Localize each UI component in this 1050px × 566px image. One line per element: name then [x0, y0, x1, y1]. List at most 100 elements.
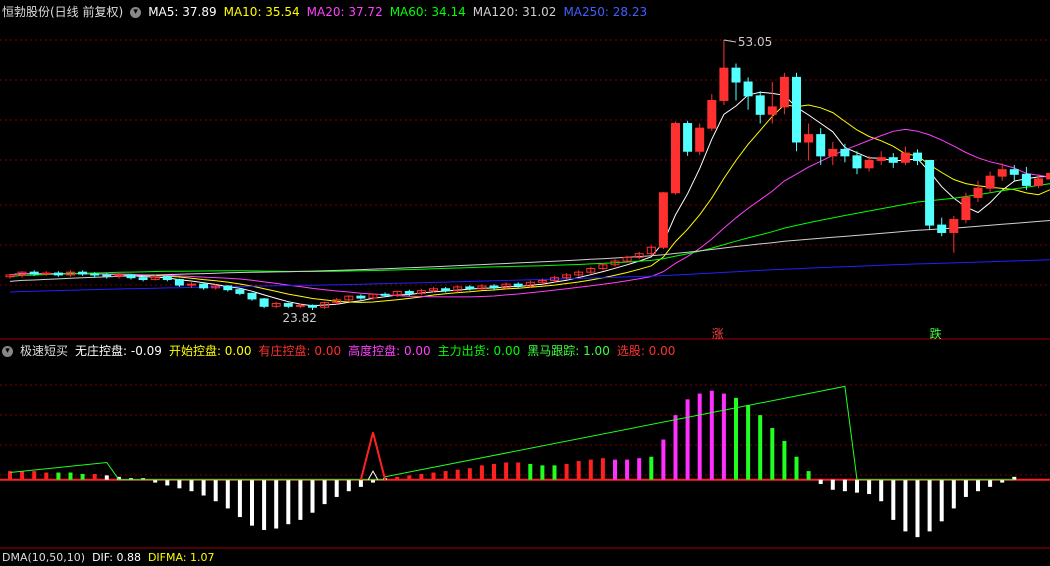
candle[interactable]: [477, 284, 487, 290]
candle[interactable]: [356, 294, 366, 300]
candle[interactable]: [247, 292, 257, 301]
indicator-bar: [20, 471, 25, 480]
candle[interactable]: [1046, 170, 1050, 184]
chevron-down-icon[interactable]: ▾: [2, 346, 13, 357]
candle[interactable]: [634, 251, 644, 260]
indicator-bar: [334, 479, 339, 497]
candle[interactable]: [852, 151, 862, 175]
candle[interactable]: [416, 288, 426, 296]
candle[interactable]: [949, 215, 959, 253]
candle[interactable]: [925, 159, 935, 230]
candle[interactable]: [235, 288, 245, 296]
candle[interactable]: [985, 171, 995, 193]
indicator-bar: [927, 479, 932, 532]
candle[interactable]: [271, 301, 281, 309]
candle[interactable]: [828, 142, 838, 166]
fall-signal-label: 跌: [930, 326, 942, 341]
high-price-label: 53.05: [738, 35, 772, 49]
candle[interactable]: [646, 245, 656, 256]
candlestick-series[interactable]: [5, 40, 1050, 310]
stock-chart-canvas[interactable]: 53.05 23.82 涨 跌: [0, 0, 1050, 558]
candle[interactable]: [900, 146, 910, 166]
candle[interactable]: [5, 274, 15, 279]
candle[interactable]: [404, 289, 414, 297]
candle[interactable]: [308, 304, 317, 310]
indicator-bar: [322, 479, 327, 505]
candle-body: [743, 81, 753, 97]
candle[interactable]: [586, 266, 596, 274]
candle[interactable]: [804, 123, 814, 161]
candle-body: [683, 123, 693, 152]
stock-title[interactable]: 恒勃股份(日线 前复权): [2, 5, 123, 19]
candle[interactable]: [259, 298, 269, 309]
indicator-value-2: 开始控盘: 0.00: [168, 344, 252, 358]
candle[interactable]: [961, 192, 971, 224]
candle[interactable]: [344, 295, 354, 302]
candle[interactable]: [174, 278, 184, 287]
indicator-plot[interactable]: [0, 385, 1050, 538]
candle[interactable]: [792, 72, 801, 152]
candle[interactable]: [41, 271, 51, 276]
indicator-bar: [915, 479, 920, 538]
indicator-bar: [237, 479, 242, 518]
candle[interactable]: [876, 151, 886, 166]
candle[interactable]: [888, 153, 898, 168]
candle[interactable]: [162, 275, 172, 282]
candle[interactable]: [840, 143, 850, 163]
candle[interactable]: [973, 180, 983, 202]
indicator-bar: [576, 461, 581, 480]
candle[interactable]: [453, 285, 463, 293]
candle[interactable]: [598, 262, 608, 271]
bottom-indicator-header: DMA(10,50,10) DIF: 0.88 DIFMA: 1.07: [2, 550, 222, 566]
candle-body: [380, 293, 390, 296]
candle-body: [187, 283, 196, 286]
candle-body: [513, 283, 523, 287]
candle-body: [840, 148, 850, 157]
candle[interactable]: [17, 271, 27, 278]
indicator-bar: [661, 439, 666, 480]
indicator-value-1: 无庄控盘: -0.09: [75, 344, 162, 358]
moving-average-lines: [9, 91, 1050, 307]
indicator-bar: [951, 479, 956, 509]
candle[interactable]: [695, 123, 705, 155]
candle[interactable]: [126, 274, 136, 280]
candle[interactable]: [283, 302, 293, 309]
indicator-bar: [250, 479, 254, 526]
candle[interactable]: [913, 149, 922, 166]
indicator-bar: [842, 479, 847, 492]
candle-body: [235, 289, 245, 294]
candle[interactable]: [683, 120, 693, 156]
indicator-bar: [56, 472, 61, 480]
indicator-bar: [492, 463, 496, 480]
candle[interactable]: [707, 94, 717, 131]
indicator-value-4: 高度控盘: 0.00: [348, 344, 431, 358]
ma5-line: [9, 91, 1050, 307]
candle-body: [852, 155, 862, 169]
candle[interactable]: [719, 40, 729, 106]
candle[interactable]: [78, 270, 88, 276]
trend-line: [9, 385, 1015, 481]
candle[interactable]: [574, 270, 584, 277]
indicator-title[interactable]: 极速短买: [20, 344, 68, 358]
candle-body: [1034, 178, 1043, 186]
candle-body: [937, 224, 947, 233]
indicator-bar: [818, 479, 823, 485]
candle[interactable]: [671, 121, 680, 195]
indicator-bar: [213, 479, 218, 502]
candle[interactable]: [937, 217, 947, 237]
indicator-bar: [988, 479, 993, 487]
indicator-bar: [467, 468, 472, 480]
indicator-bar: [758, 415, 763, 480]
candle[interactable]: [53, 271, 63, 277]
indicator-bar: [395, 476, 400, 480]
candle[interactable]: [755, 91, 765, 124]
candle[interactable]: [743, 77, 753, 110]
candle[interactable]: [223, 285, 233, 292]
chevron-down-icon[interactable]: ▾: [130, 7, 142, 18]
indicator-bar: [867, 479, 872, 495]
candle[interactable]: [767, 82, 777, 124]
candle[interactable]: [658, 191, 668, 250]
candle[interactable]: [731, 63, 741, 101]
candle[interactable]: [199, 283, 209, 290]
candle-body: [888, 157, 898, 163]
